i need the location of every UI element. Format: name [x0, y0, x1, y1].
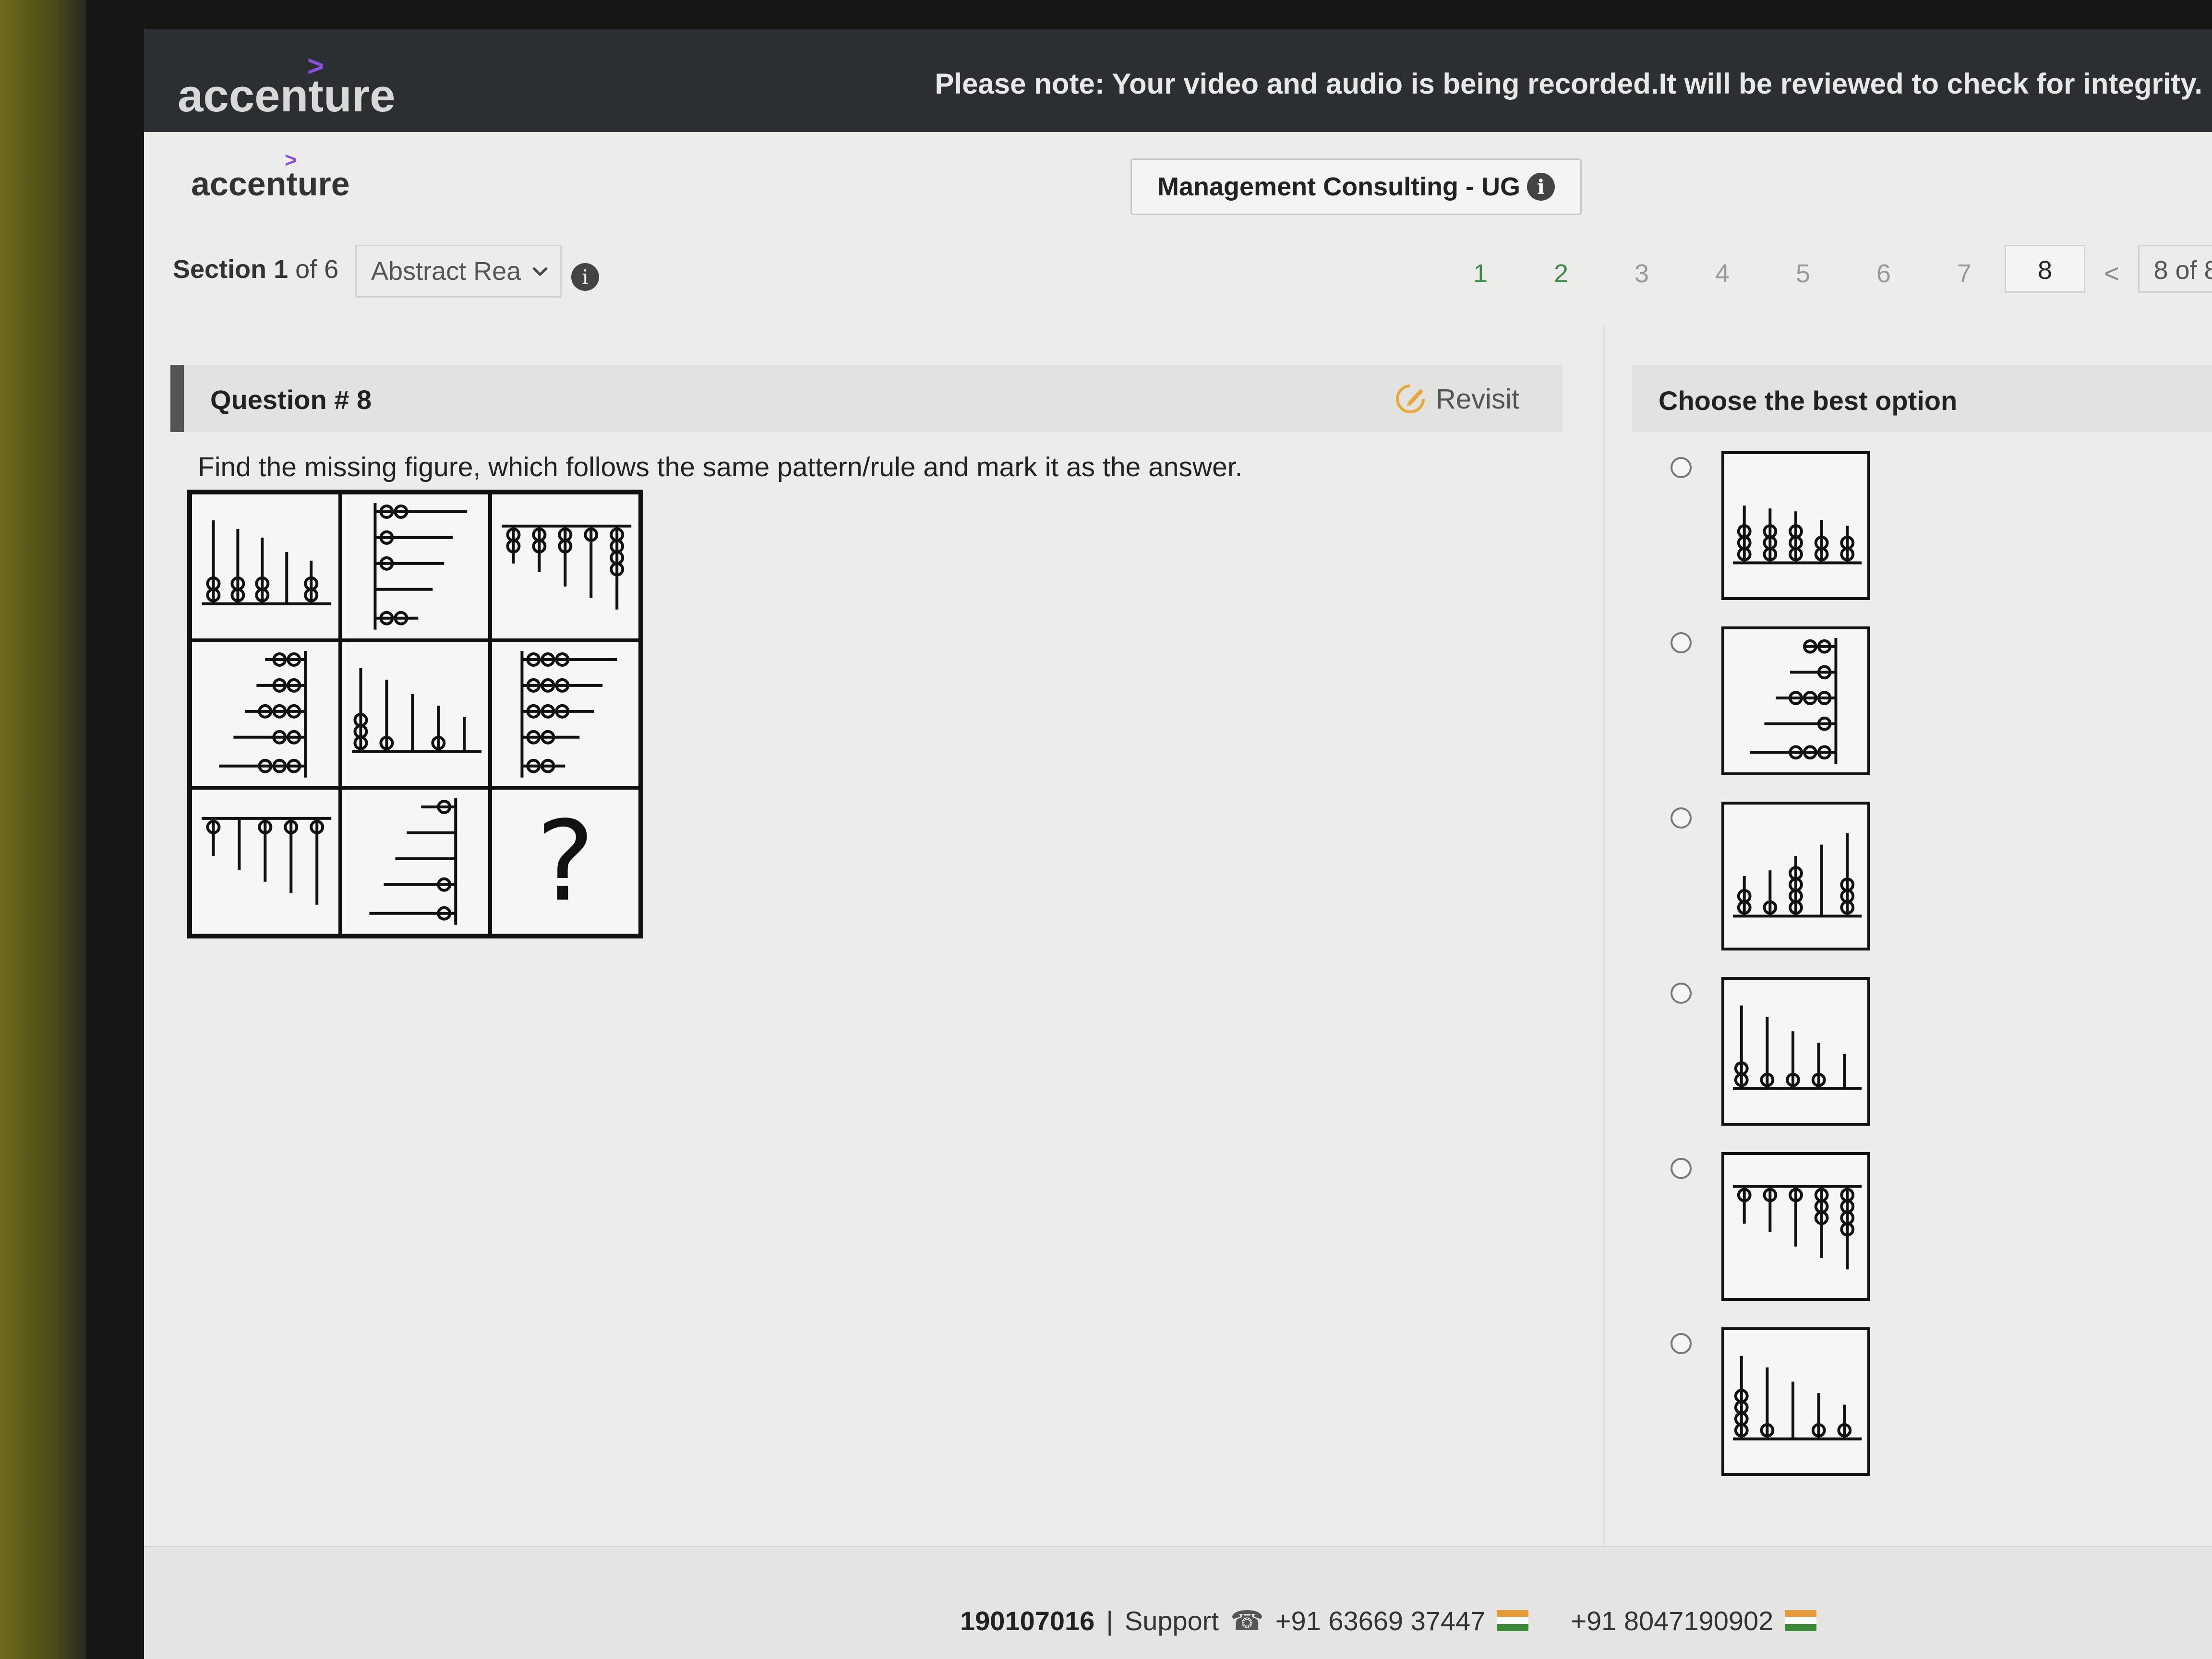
- abacus-figure-icon: [1732, 833, 1862, 918]
- question-title: Question # 8: [210, 385, 372, 415]
- abacus-figure-icon: [373, 503, 467, 630]
- section-indicator: Section 1 of 6: [173, 254, 338, 284]
- accenture-logo: > accenture: [178, 50, 396, 121]
- abacus-figure-icon: [1732, 1185, 1862, 1270]
- option-5[interactable]: [1671, 1152, 1870, 1301]
- section-info-icon[interactable]: i: [571, 263, 599, 291]
- india-flag-icon: [1497, 1610, 1529, 1631]
- page-4[interactable]: 4: [1682, 259, 1763, 289]
- abacus-figure-icon: [202, 817, 332, 905]
- abacus-figure-icon: [202, 520, 332, 605]
- puzzle-cell-8: [340, 788, 491, 936]
- abacus-figure-icon: [369, 798, 457, 926]
- panel-divider: [1603, 326, 1605, 1565]
- prev-page-button[interactable]: <: [2085, 259, 2138, 289]
- revisit-button[interactable]: Revisit: [1394, 382, 1519, 416]
- section-total: of 6: [295, 255, 339, 284]
- option-1-figure: [1721, 451, 1870, 600]
- page-7[interactable]: 7: [1924, 259, 2005, 289]
- recording-notice: Please note: Your video and audio is bei…: [935, 68, 2202, 100]
- footer-support-row: 190107016 | Support ☎ +91 63669 37447 +9…: [960, 1605, 1817, 1636]
- india-flag-icon: [1785, 1610, 1817, 1631]
- abacus-figure-icon: [219, 650, 307, 778]
- page-6[interactable]: 6: [1843, 259, 1924, 289]
- abacus-figure-icon: [1732, 505, 1862, 565]
- info-icon[interactable]: i: [1527, 173, 1555, 201]
- option-6-figure: [1721, 1327, 1870, 1476]
- support-label: Support: [1124, 1605, 1219, 1636]
- option-2[interactable]: [1671, 626, 1870, 775]
- top-bar: > accenture Please note: Your video and …: [144, 29, 2212, 132]
- question-mark: ?: [536, 797, 595, 926]
- option-1[interactable]: [1671, 451, 1870, 600]
- option-6-radio[interactable]: [1671, 1333, 1692, 1354]
- option-3[interactable]: [1671, 802, 1870, 950]
- option-5-figure: [1721, 1152, 1870, 1301]
- option-4-figure: [1721, 977, 1870, 1126]
- abacus-figure-icon: [1750, 637, 1838, 764]
- puzzle-cell-missing: ?: [490, 788, 640, 936]
- options-title: Choose the best option: [1659, 385, 1958, 416]
- option-4-radio[interactable]: [1671, 983, 1692, 1004]
- puzzle-grid: ?: [187, 490, 643, 938]
- page-1[interactable]: 1: [1440, 259, 1521, 289]
- option-2-figure: [1721, 626, 1870, 775]
- abacus-figure-icon: [520, 650, 617, 778]
- course-name: Management Consulting - UG: [1157, 172, 1520, 201]
- option-3-radio[interactable]: [1671, 807, 1692, 829]
- section-dropdown[interactable]: Abstract Rea: [355, 245, 562, 298]
- puzzle-cell-7: [190, 788, 340, 936]
- accenture-logo-secondary: > accenture: [191, 148, 350, 203]
- revisit-pencil-icon: [1395, 385, 1425, 413]
- section-number: 1: [274, 255, 289, 284]
- footer-separator: |: [1106, 1605, 1113, 1636]
- question-pager: 1 2 3 4 5 6 7 8 < 8 of 8: [1440, 245, 2212, 293]
- puzzle-cell-3: [490, 493, 640, 640]
- option-3-figure: [1721, 802, 1870, 950]
- puzzle-cell-5: [340, 640, 491, 788]
- section-selected-value: Abstract Rea: [371, 257, 521, 286]
- question-header: Question # 8 Revisit: [170, 365, 1563, 432]
- logo-chevron-icon: >: [285, 148, 297, 172]
- option-2-radio[interactable]: [1671, 632, 1692, 653]
- course-badge[interactable]: Management Consulting - UG i: [1130, 158, 1582, 215]
- options-header: Choose the best option: [1632, 365, 2212, 432]
- background-wall: [0, 0, 91, 1659]
- puzzle-cell-6: [490, 640, 640, 788]
- chevron-down-icon: [532, 267, 548, 276]
- abacus-figure-icon: [1732, 1005, 1862, 1090]
- question-text: Find the missing figure, which follows t…: [198, 452, 1243, 482]
- puzzle-cell-4: [190, 640, 340, 788]
- option-5-radio[interactable]: [1671, 1158, 1692, 1179]
- abacus-figure-icon: [1732, 1356, 1862, 1441]
- page-8-current[interactable]: 8: [2005, 245, 2085, 293]
- abacus-figure-icon: [502, 524, 632, 610]
- puzzle-cell-1: [190, 493, 340, 640]
- abacus-figure-icon: [352, 668, 481, 753]
- page-position: 8 of 8: [2138, 245, 2212, 293]
- page-5[interactable]: 5: [1763, 259, 1843, 289]
- candidate-id: 190107016: [960, 1605, 1095, 1636]
- phone-icon: ☎: [1230, 1605, 1264, 1635]
- support-phone-1[interactable]: +91 63669 37447: [1275, 1605, 1486, 1636]
- footer: 190107016 | Support ☎ +91 63669 37447 +9…: [144, 1546, 2212, 1659]
- page-3[interactable]: 3: [1601, 259, 1682, 289]
- puzzle-cell-2: [340, 493, 491, 640]
- screen: > accenture Please note: Your video and …: [144, 29, 2212, 1659]
- option-4[interactable]: [1671, 977, 1870, 1126]
- logo-chevron-icon: >: [307, 50, 325, 82]
- page-2[interactable]: 2: [1521, 259, 1601, 289]
- section-label: Section: [173, 255, 267, 284]
- revisit-label: Revisit: [1435, 383, 1519, 415]
- support-phone-2[interactable]: +91 8047190902: [1571, 1605, 1773, 1636]
- option-6[interactable]: [1671, 1327, 1870, 1476]
- option-1-radio[interactable]: [1671, 457, 1692, 478]
